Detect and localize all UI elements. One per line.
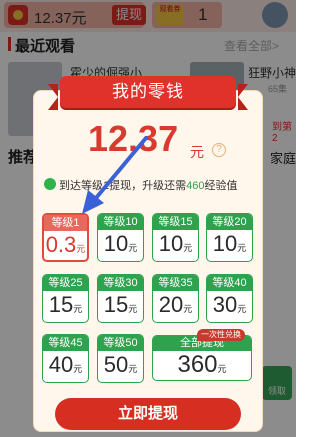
tier-tile-level-40[interactable]: 等级40 30元	[206, 274, 253, 323]
tier-level: 等级30	[98, 275, 143, 291]
tier-tile-level-50[interactable]: 等级50 50元	[97, 334, 144, 383]
one-time-badge: 一次性兑换	[197, 329, 245, 341]
tier-level: 等级15	[153, 214, 198, 230]
tier-level: 等级35	[153, 275, 198, 291]
tier-amount: 30元	[212, 292, 247, 317]
tier-amount: 40元	[48, 352, 83, 377]
withdraw-now-button[interactable]: 立即提现	[55, 398, 241, 430]
tier-level: 等级20	[207, 214, 252, 230]
wechat-icon	[44, 178, 56, 190]
modal-title-ribbon: 我的零钱	[48, 76, 248, 110]
tier-level: 等级25	[43, 275, 88, 291]
upgrade-tip: 到达等级1提现，升级还需460经验值	[59, 180, 238, 192]
tier-tile-level-30[interactable]: 等级30 15元	[97, 274, 144, 323]
tier-tile-level-1[interactable]: 等级1 0.3元	[42, 213, 89, 262]
tier-amount: 10元	[103, 231, 138, 256]
tier-amount: 10元	[212, 231, 247, 256]
tier-tile-level-15[interactable]: 等级15 10元	[152, 213, 199, 262]
balance-unit: 元	[190, 144, 204, 160]
tier-tile-level-20[interactable]: 等级20 10元	[206, 213, 253, 262]
tier-amount: 50元	[103, 352, 138, 377]
tier-amount: 0.3元	[45, 232, 86, 257]
tier-tile-level-25[interactable]: 等级25 15元	[42, 274, 89, 323]
tier-level: 等级50	[98, 335, 143, 351]
tier-tile-level-45[interactable]: 等级45 40元	[42, 334, 89, 383]
modal-title: 我的零钱	[112, 82, 184, 101]
tier-amount: 15元	[103, 292, 138, 317]
tier-amount: 10元	[158, 231, 193, 256]
tier-tile-level-10[interactable]: 等级10 10元	[97, 213, 144, 262]
tier-amount: 20元	[158, 292, 193, 317]
tier-tile-withdraw-all[interactable]: 全部提现 360元	[152, 335, 252, 381]
tier-level: 等级10	[98, 214, 143, 230]
tier-amount: 15元	[48, 292, 83, 317]
tier-level: 等级40	[207, 275, 252, 291]
tier-level: 等级1	[44, 215, 87, 231]
help-icon[interactable]: ?	[212, 143, 226, 157]
tier-level: 等级45	[43, 335, 88, 351]
tier-tile-level-35[interactable]: 等级35 20元	[152, 274, 199, 323]
balance-amount: 12.37	[88, 118, 179, 159]
tier-amount: 360元	[177, 351, 227, 378]
